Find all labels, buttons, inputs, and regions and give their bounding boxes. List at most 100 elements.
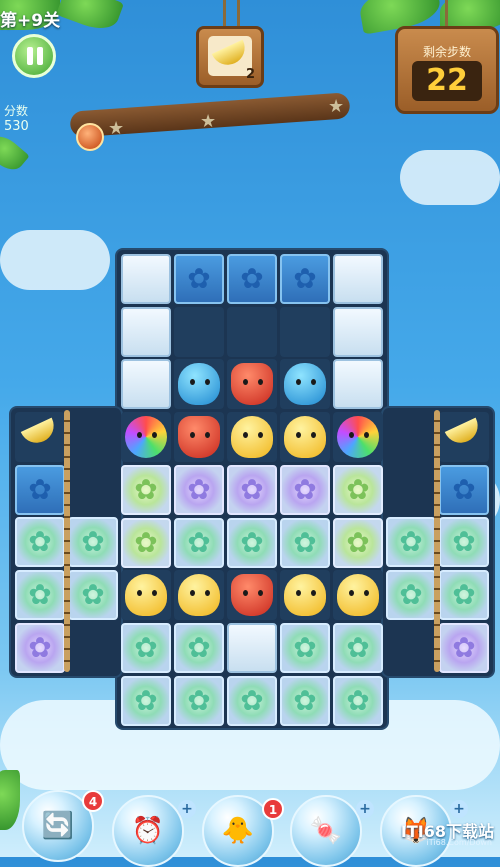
owl-icon	[125, 416, 167, 459]
flower-icon: ✿	[81, 577, 105, 611]
green-tile[interactable]: ✿	[439, 517, 489, 568]
dark-tile[interactable]	[227, 306, 277, 357]
green-tile[interactable]: ✿	[121, 622, 171, 673]
ladder	[434, 410, 440, 672]
yellow-chick-piece-cell[interactable]	[121, 570, 171, 621]
flower-icon: ✿	[346, 630, 370, 664]
flower-icon: ✿	[293, 525, 317, 559]
flower-icon: ✿	[81, 525, 105, 558]
booster-badge: 1	[262, 798, 284, 820]
green-tile[interactable]: ✿	[68, 517, 118, 567]
rope	[445, 0, 448, 28]
purple-tile[interactable]: ✿	[15, 622, 65, 673]
owl-piece-cell[interactable]	[121, 412, 171, 463]
yellow-chick-piece-cell[interactable]	[174, 570, 224, 621]
ice-tile[interactable]	[121, 359, 171, 410]
green-tile[interactable]: ✿	[386, 569, 436, 620]
green-tile[interactable]: ✿	[280, 622, 330, 673]
clock-icon: ⏰	[131, 816, 165, 846]
goal-count: 2	[245, 67, 255, 82]
plus-icon[interactable]: +	[178, 800, 196, 818]
lime-tile[interactable]: ✿	[121, 517, 171, 568]
flower-icon: ✿	[452, 578, 476, 612]
blue-blob-piece-cell[interactable]	[280, 359, 330, 410]
booster-clock-button[interactable]: ⏰	[112, 795, 184, 867]
green-tile[interactable]: ✿	[68, 569, 118, 620]
owl-piece-cell[interactable]	[333, 412, 383, 463]
flower-icon: ✿	[293, 472, 317, 506]
ice-tile[interactable]	[333, 359, 383, 410]
yellow-chick-piece-cell[interactable]	[280, 570, 330, 621]
banana-icon	[20, 417, 60, 449]
green-tile[interactable]: ✿	[174, 517, 224, 568]
purple-tile[interactable]: ✿	[280, 464, 330, 515]
green-tile[interactable]: ✿	[174, 622, 224, 673]
green-tile[interactable]: ✿	[15, 570, 65, 621]
green-tile[interactable]: ✿	[227, 517, 277, 568]
shuffle-icon: 🔄	[41, 811, 75, 841]
yellow-chick-icon	[337, 574, 379, 617]
green-tile[interactable]: ✿	[386, 517, 436, 567]
red-fox-icon	[178, 416, 220, 459]
ice-tile[interactable]	[227, 622, 277, 673]
lime-tile[interactable]: ✿	[333, 464, 383, 515]
lime-tile[interactable]: ✿	[121, 464, 171, 515]
green-tile[interactable]: ✿	[333, 622, 383, 673]
pause-button[interactable]	[12, 34, 56, 78]
blue-tile[interactable]: ✿	[174, 254, 224, 304]
plus-icon[interactable]: +	[356, 800, 374, 818]
eyes	[349, 432, 369, 439]
ladder	[64, 410, 70, 672]
flower-icon: ✿	[134, 525, 158, 559]
plus-icon[interactable]: +	[450, 800, 468, 818]
yellow-chick-piece-cell[interactable]	[280, 412, 330, 463]
red-fox-piece-cell[interactable]	[227, 359, 277, 410]
red-fox-piece-cell[interactable]	[227, 570, 277, 621]
banana-piece-cell[interactable]	[15, 412, 65, 462]
flower-icon: ✿	[134, 472, 158, 506]
ice-tile[interactable]	[333, 254, 383, 304]
eyes	[349, 590, 369, 597]
red-fox-piece-cell[interactable]	[174, 412, 224, 463]
flower-icon: ✿	[187, 525, 211, 559]
eyes	[243, 590, 263, 597]
green-tile[interactable]: ✿	[439, 570, 489, 621]
blue-tile[interactable]: ✿	[439, 464, 489, 515]
rope	[237, 0, 240, 28]
flower-icon: ✿	[187, 472, 211, 506]
blue-tile[interactable]: ✿	[15, 464, 65, 515]
ice-tile[interactable]	[121, 254, 171, 304]
yellow-chick-icon	[231, 416, 273, 459]
flower-icon: ✿	[240, 525, 264, 559]
yellow-chick-icon	[178, 574, 220, 617]
purple-tile[interactable]: ✿	[174, 464, 224, 515]
blue-tile[interactable]: ✿	[280, 254, 330, 304]
purple-tile[interactable]: ✿	[227, 464, 277, 515]
lime-tile[interactable]: ✿	[333, 517, 383, 568]
dark-tile[interactable]	[280, 306, 330, 357]
green-tile[interactable]: ✿	[227, 675, 277, 726]
yellow-chick-piece-cell[interactable]	[333, 570, 383, 621]
green-tile[interactable]: ✿	[174, 675, 224, 726]
green-tile[interactable]: ✿	[333, 675, 383, 726]
green-tile[interactable]: ✿	[280, 675, 330, 726]
banana-icon	[444, 417, 484, 449]
blue-blob-piece-cell[interactable]	[174, 359, 224, 410]
banana-piece-cell[interactable]	[439, 412, 489, 462]
dark-tile[interactable]	[174, 306, 224, 357]
flower-icon: ✿	[452, 472, 476, 506]
ice-tile[interactable]	[121, 306, 171, 357]
yellow-chick-icon	[125, 574, 167, 617]
blue-tile[interactable]: ✿	[227, 254, 277, 304]
booster-candy-button[interactable]: 🍬	[290, 795, 362, 867]
yellow-chick-piece-cell[interactable]	[227, 412, 277, 463]
purple-tile[interactable]: ✿	[439, 622, 489, 673]
ice-tile[interactable]	[333, 306, 383, 357]
green-tile[interactable]: ✿	[121, 675, 171, 726]
yellow-chick-icon	[284, 416, 326, 459]
green-tile[interactable]: ✿	[15, 517, 65, 568]
yellow-chick-icon	[284, 574, 326, 617]
goal-sign: 2	[196, 26, 264, 88]
flower-icon: ✿	[346, 683, 370, 717]
green-tile[interactable]: ✿	[280, 517, 330, 568]
